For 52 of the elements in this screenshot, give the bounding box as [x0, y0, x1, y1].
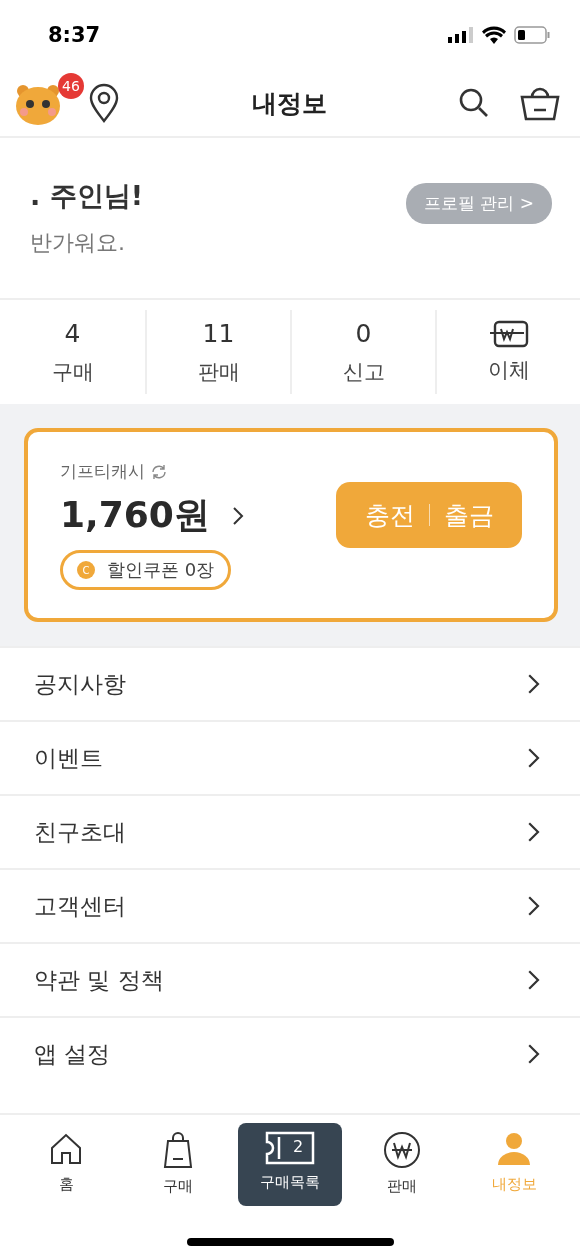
- tab-bar-item[interactable]: 구매: [126, 1123, 230, 1206]
- menu-row[interactable]: 약관 및 정책: [0, 942, 580, 1016]
- won-transfer-icon[interactable]: [488, 320, 529, 348]
- tab-bar-item[interactable]: 판매: [350, 1123, 454, 1206]
- chevron-right-icon: [526, 1043, 540, 1065]
- chevron-right-icon: [526, 895, 540, 917]
- basket-icon[interactable]: [520, 85, 560, 121]
- chevron-right-icon: [526, 673, 540, 695]
- signal-icon: [448, 27, 474, 43]
- chevron-right-icon: [526, 969, 540, 991]
- tab-bar-item[interactable]: 홈: [14, 1123, 118, 1206]
- ticket-count: 2: [293, 1137, 304, 1156]
- chevron-right-icon: [231, 505, 244, 526]
- coupon-button[interactable]: C 할인쿠폰 0장: [60, 550, 232, 590]
- menu-row[interactable]: 앱 설정: [0, 1016, 580, 1090]
- tab-bar-item[interactable]: 2 구매목록: [238, 1123, 342, 1206]
- stat-label: 구매: [51, 359, 94, 386]
- welcome-text: 반가워요.: [30, 229, 126, 257]
- won-coin-icon: [383, 1131, 421, 1169]
- menu-row[interactable]: 공지사항: [0, 646, 580, 720]
- battery-icon: [514, 26, 550, 44]
- menu-label: 앱 설정: [34, 1039, 111, 1069]
- greeting-text: . 주인님!: [30, 179, 143, 213]
- status-time: 8:37: [48, 23, 101, 47]
- menu-row[interactable]: 친구초대: [0, 794, 580, 868]
- cash-amount: 1,760원: [60, 493, 210, 537]
- menu-label: 고객센터: [34, 891, 126, 921]
- menu-label: 공지사항: [34, 669, 126, 699]
- menu-label: 약관 및 정책: [34, 965, 164, 995]
- ticket-icon: [265, 1131, 315, 1165]
- menu-label: 친구초대: [34, 817, 126, 847]
- coupon-icon: C: [77, 561, 95, 579]
- stat-label: 이체: [487, 357, 530, 384]
- stat-label: 신고: [342, 359, 385, 386]
- home-icon: [48, 1131, 84, 1167]
- notification-badge: 46: [58, 73, 84, 99]
- menu-label: 이벤트: [34, 743, 103, 773]
- cash-label: 기프티캐시: [60, 460, 145, 483]
- wifi-icon: [482, 26, 506, 44]
- menu-row[interactable]: 이벤트: [0, 720, 580, 794]
- chevron-right-icon: [526, 821, 540, 843]
- page-title: 내정보: [250, 87, 328, 120]
- chevron-right-icon: [526, 747, 540, 769]
- person-icon: [496, 1131, 532, 1167]
- stat-count[interactable]: 11: [202, 318, 235, 350]
- stat-count[interactable]: 0: [355, 318, 372, 350]
- stat-count[interactable]: 4: [64, 318, 81, 350]
- location-pin-icon[interactable]: [88, 83, 120, 123]
- refresh-icon[interactable]: [151, 463, 167, 480]
- menu-row[interactable]: 고객센터: [0, 868, 580, 942]
- search-icon[interactable]: [458, 87, 490, 119]
- stat-label: 판매: [197, 359, 240, 386]
